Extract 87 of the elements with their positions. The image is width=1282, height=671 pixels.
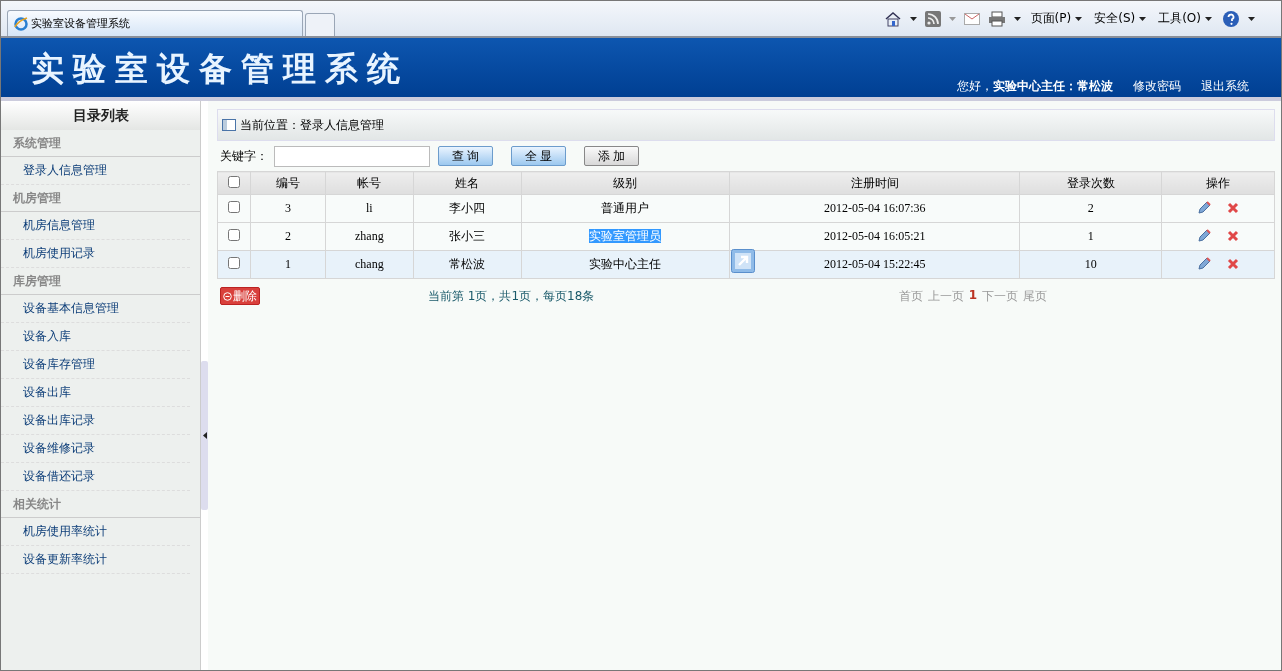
sidebar-title: 目录列表 xyxy=(1,101,200,130)
table-cell: 2 xyxy=(250,222,326,251)
caret-icon xyxy=(1075,16,1083,21)
collapse-arrow-icon xyxy=(202,432,207,439)
column-header: 级别 xyxy=(521,171,730,195)
panel-icon xyxy=(222,119,236,131)
greeting-text: 您好，实验中心主任：常松波 xyxy=(957,78,1113,95)
table-cell: chang xyxy=(325,250,414,279)
table-cell: 2 xyxy=(1019,194,1162,223)
sidebar-item[interactable]: 设备入库 xyxy=(1,323,190,351)
row-checkbox[interactable] xyxy=(228,229,240,241)
home-icon[interactable] xyxy=(883,10,902,27)
minus-circle-icon xyxy=(223,291,232,301)
pager-link[interactable]: 1 xyxy=(968,287,977,305)
toolbar-menu[interactable]: 安全(S) xyxy=(1092,10,1149,27)
column-header: 姓名 xyxy=(413,171,522,195)
row-checkbox[interactable] xyxy=(228,257,240,269)
column-header: 登录次数 xyxy=(1019,171,1162,195)
site-title: 实验室设备管理系统 xyxy=(30,48,409,90)
table-cell: 李小四 xyxy=(413,194,522,223)
sidebar-group-heading: 机房管理 xyxy=(1,185,200,212)
selected-text: 实验室管理员 xyxy=(589,229,662,243)
sidebar-item[interactable]: 机房信息管理 xyxy=(1,212,190,240)
mail-icon[interactable] xyxy=(963,12,980,25)
delete-button[interactable]: 删除 xyxy=(220,287,260,305)
sidebar-item[interactable]: 设备更新率统计 xyxy=(1,546,190,574)
table-cell: 实验中心主任 xyxy=(521,250,730,279)
table-cell: 普通用户 xyxy=(521,194,730,223)
sidebar-item[interactable]: 机房使用率统计 xyxy=(1,518,190,546)
table-cell: 3 xyxy=(250,194,326,223)
help-icon[interactable] xyxy=(1222,9,1240,28)
keyword-label: 关键字： xyxy=(220,147,268,165)
sidebar-item[interactable]: 机房使用记录 xyxy=(1,240,190,268)
table-cell: 2012-05-04 16:05:21 xyxy=(729,222,1020,251)
page-info: 当前第 1页，共1页，每页18条 xyxy=(428,287,595,305)
sidebar-group-heading: 相关统计 xyxy=(1,491,200,518)
toolbar-button[interactable]: 查 询 xyxy=(438,146,493,166)
dropdown-caret-icon[interactable] xyxy=(1013,16,1021,21)
table-cell: 1 xyxy=(1019,222,1162,251)
sidebar-group-heading: 库房管理 xyxy=(1,268,200,295)
table-cell: 2012-05-04 16:07:36 xyxy=(729,194,1020,223)
delete-icon[interactable] xyxy=(1226,257,1239,270)
sidebar-item[interactable]: 设备出库 xyxy=(1,379,190,407)
column-header: 注册时间 xyxy=(729,171,1020,195)
toolbar-button[interactable]: 全 显 xyxy=(511,146,566,166)
table-cell: 常松波 xyxy=(413,250,522,279)
caret-icon xyxy=(1139,16,1147,21)
column-header: 操作 xyxy=(1161,171,1275,195)
row-checkbox[interactable] xyxy=(228,201,240,213)
select-all-checkbox[interactable] xyxy=(228,175,240,188)
table-cell: zhang xyxy=(325,222,414,251)
printer-icon[interactable] xyxy=(987,10,1006,27)
highlighted-row[interactable]: 1 chang 常松波 实验中心主任 2012-05-04 15:22:45 10 xyxy=(217,250,1275,279)
edit-pencil-icon[interactable] xyxy=(1197,228,1211,242)
delete-icon[interactable] xyxy=(1226,201,1239,214)
delete-icon[interactable] xyxy=(1226,229,1239,242)
collapse-handle[interactable] xyxy=(201,361,208,510)
feed-icon[interactable] xyxy=(924,10,941,27)
header-link[interactable]: 退出系统 xyxy=(1201,78,1249,95)
toolbar-button[interactable]: 添 加 xyxy=(584,146,639,166)
toolbar-menu[interactable]: 工具(O) xyxy=(1156,10,1214,27)
sidebar-item[interactable]: 设备库存管理 xyxy=(1,351,190,379)
table-cell: 张小三 xyxy=(413,222,522,251)
column-header: 帐号 xyxy=(325,171,414,195)
sidebar-item[interactable]: 登录人信息管理 xyxy=(1,157,190,185)
dropdown-caret-icon[interactable] xyxy=(909,16,917,21)
sidebar-item[interactable]: 设备维修记录 xyxy=(1,435,190,463)
caret-icon xyxy=(1205,16,1212,21)
column-header: 编号 xyxy=(250,171,326,195)
sidebar-group-heading: 系统管理 xyxy=(1,130,200,157)
dropdown-caret-icon[interactable] xyxy=(1248,16,1255,21)
keyword-field[interactable] xyxy=(274,145,430,167)
toolbar-menu[interactable]: 页面(P) xyxy=(1028,10,1085,27)
table-cell: 1 xyxy=(250,250,326,279)
accelerator-icon[interactable] xyxy=(731,249,756,273)
table-cell: 2012-05-04 15:22:45 xyxy=(729,250,1020,279)
sidebar-item[interactable]: 设备基本信息管理 xyxy=(1,295,190,323)
breadcrumb-text: 当前位置：登录人信息管理 xyxy=(240,116,384,134)
edit-pencil-icon[interactable] xyxy=(1197,200,1211,214)
table-cell: 10 xyxy=(1019,250,1162,279)
browser-logo-icon xyxy=(14,16,28,31)
browser-tab[interactable]: 实验室设备管理系统 xyxy=(7,10,303,36)
edit-pencil-icon[interactable] xyxy=(1197,256,1211,270)
sidebar-item[interactable]: 设备出库记录 xyxy=(1,407,190,435)
header-link[interactable]: 修改密码 xyxy=(1133,78,1181,95)
table-cell: li xyxy=(325,194,414,223)
sidebar-item[interactable]: 设备借还记录 xyxy=(1,463,190,491)
